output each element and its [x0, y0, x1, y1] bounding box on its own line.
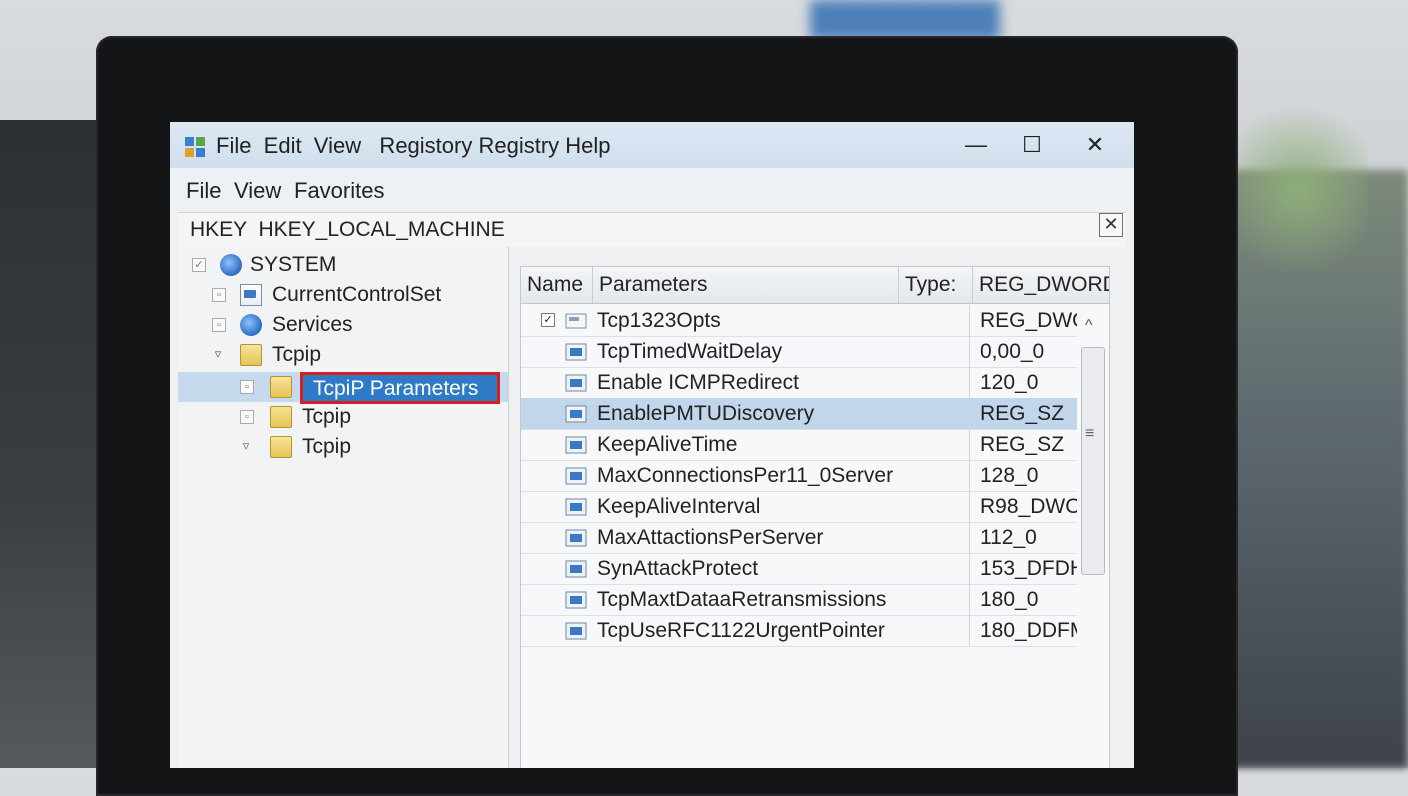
value-data: REG_SZ	[969, 398, 1077, 429]
scroll-up-arrow-icon[interactable]: ^	[1085, 317, 1093, 335]
tree-item-system[interactable]: ✓ SYSTEM	[178, 250, 508, 280]
registry-editor-window: File Edit View Registory Registry Help —…	[170, 122, 1134, 768]
scroll-thumb[interactable]	[1081, 347, 1105, 575]
list-row[interactable]: ✓ Tcp1323Opts REG_DWORD	[521, 305, 1077, 337]
value-name: MaxAttactionsPerServer	[597, 526, 824, 549]
registry-value-icon	[565, 374, 587, 392]
tree-item-services[interactable]: ▫ Services	[178, 310, 508, 340]
address-bar[interactable]: HKEY HKEY_LOCAL_MACHINE ✕	[178, 212, 1126, 247]
menu-bar: File View Favorites	[170, 168, 1134, 210]
address-path: HKEY HKEY_LOCAL_MACHINE	[190, 218, 505, 241]
column-header-type[interactable]: Type:	[899, 267, 973, 303]
registry-value-icon	[565, 498, 587, 516]
tree-item-tcpip[interactable]: ▿ Tcpip	[178, 340, 508, 370]
value-name: TcpUseRFC1122UrgentPointer	[597, 619, 885, 642]
minimize-button[interactable]: —	[956, 128, 996, 162]
scroll-grip-icon: ≡	[1085, 425, 1095, 442]
value-data: 180_0	[969, 584, 1077, 615]
tree-expander[interactable]: ▫	[212, 288, 226, 302]
folder-icon	[240, 344, 262, 366]
address-close-button[interactable]: ✕	[1099, 213, 1123, 237]
window-title: File Edit View Registory Registry Help	[216, 133, 611, 158]
list-row[interactable]: SynAttackProtect 153_DFDH	[521, 553, 1077, 585]
tree-item-label: TcpiP Parameters	[313, 377, 479, 400]
registry-value-icon	[565, 436, 587, 454]
list-row[interactable]: KeepAliveTime REG_SZ	[521, 429, 1077, 461]
list-row[interactable]: MaxConnectionsPer11_0Server 128_0	[521, 460, 1077, 492]
value-data: 120_0	[969, 367, 1077, 398]
tree-item-tcpip-3[interactable]: ▿ Tcpip	[178, 432, 508, 462]
tree-item-tcpip-parameters[interactable]: ▫ TcpiP Parameters	[178, 372, 508, 404]
title-bar: File Edit View Registory Registry Help —…	[170, 122, 1134, 168]
registry-value-icon	[565, 560, 587, 578]
value-data: REG_SZ	[969, 429, 1077, 460]
row-checkbox[interactable]: ✓	[541, 313, 555, 327]
services-icon	[240, 314, 262, 336]
value-data: REG_DWORD	[969, 305, 1077, 336]
list-row[interactable]: TcpTimedWaitDelay 0,00_0	[521, 336, 1077, 368]
column-header-name[interactable]: Name	[521, 267, 593, 303]
value-name: Enable ICMPRedirect	[597, 371, 799, 394]
computer-icon	[220, 254, 242, 276]
value-data: 153_DFDH	[969, 553, 1077, 584]
list-row[interactable]: TcpUseRFC1122UrgentPointer 180_DDFM	[521, 615, 1077, 647]
tree-item-label: Tcpip	[302, 405, 352, 428]
menu-view[interactable]: View	[234, 178, 281, 204]
registry-value-icon	[565, 529, 587, 547]
close-button[interactable]: ✕	[1075, 128, 1115, 162]
list-row[interactable]: Enable ICMPRedirect 120_0	[521, 367, 1077, 399]
registry-value-icon	[565, 622, 587, 640]
tree-expander[interactable]: ▫	[240, 380, 254, 394]
value-data: R98_DWORD	[969, 491, 1077, 522]
list-row-selected[interactable]: EnablePMTUDiscovery REG_SZ	[521, 398, 1077, 430]
folder-icon	[270, 436, 292, 458]
registry-value-icon	[565, 343, 587, 361]
tree-item-label: Services	[272, 313, 353, 336]
value-data: 0,00_0	[969, 336, 1077, 367]
value-name: MaxConnectionsPer11_0Server	[597, 464, 894, 487]
value-name: TcpTimedWaitDelay	[597, 340, 783, 363]
folder-icon	[270, 376, 292, 398]
registry-value-icon	[565, 313, 587, 329]
tree-item-label: Tcpip	[272, 343, 322, 366]
value-name: KeepAliveInterval	[597, 495, 761, 518]
registry-value-icon	[565, 405, 587, 423]
column-header-parameters[interactable]: Parameters	[593, 267, 899, 303]
registry-value-icon	[565, 591, 587, 609]
menu-file[interactable]: File	[186, 178, 221, 204]
selected-key-highlight[interactable]: TcpiP Parameters	[300, 372, 500, 404]
menu-favorites[interactable]: Favorites	[294, 178, 384, 204]
values-list: Name Parameters Type: REG_DWORD ✓ Tcp132…	[520, 266, 1110, 768]
value-data: 180_DDFM	[969, 615, 1077, 646]
list-header: Name Parameters Type: REG_DWORD	[521, 267, 1109, 304]
tree-item-tcpip-2[interactable]: ▫ Tcpip	[178, 402, 508, 432]
tree-expander[interactable]: ▫	[212, 318, 226, 332]
list-row[interactable]: KeepAliveInterval R98_DWORD	[521, 491, 1077, 523]
tree-expander[interactable]: ▿	[212, 347, 224, 360]
folder-icon	[270, 406, 292, 428]
vertical-scrollbar[interactable]: ^ ≡	[1077, 317, 1107, 577]
value-name: EnablePMTUDiscovery	[597, 402, 815, 425]
registry-tree: ✓ SYSTEM ▫ CurrentControlSet ▫ Services …	[178, 246, 509, 768]
value-data: 112_0	[969, 522, 1077, 553]
tree-item-label: CurrentControlSet	[272, 283, 442, 306]
value-name: Tcp1323Opts	[597, 309, 721, 332]
maximize-button[interactable]: ☐	[1012, 128, 1052, 162]
column-header-value[interactable]: REG_DWORD	[973, 267, 1109, 303]
tree-expander[interactable]: ✓	[192, 258, 206, 272]
tree-expander[interactable]: ▿	[240, 439, 252, 452]
value-name: TcpMaxtDataaRetransmissions	[597, 588, 887, 611]
list-row[interactable]: MaxAttactionsPerServer 112_0	[521, 522, 1077, 554]
tree-item-label: Tcpip	[302, 435, 352, 458]
tree-item-currentcontrolset[interactable]: ▫ CurrentControlSet	[178, 280, 508, 310]
value-name: SynAttackProtect	[597, 557, 759, 580]
registry-app-icon	[185, 137, 205, 157]
list-row[interactable]: TcpMaxtDataaRetransmissions 180_0	[521, 584, 1077, 616]
value-name: KeepAliveTime	[597, 433, 738, 456]
registry-key-icon	[240, 284, 262, 306]
tree-expander[interactable]: ▫	[240, 410, 254, 424]
registry-value-icon	[565, 467, 587, 485]
value-data: 128_0	[969, 460, 1077, 491]
tree-item-label: SYSTEM	[250, 253, 337, 276]
